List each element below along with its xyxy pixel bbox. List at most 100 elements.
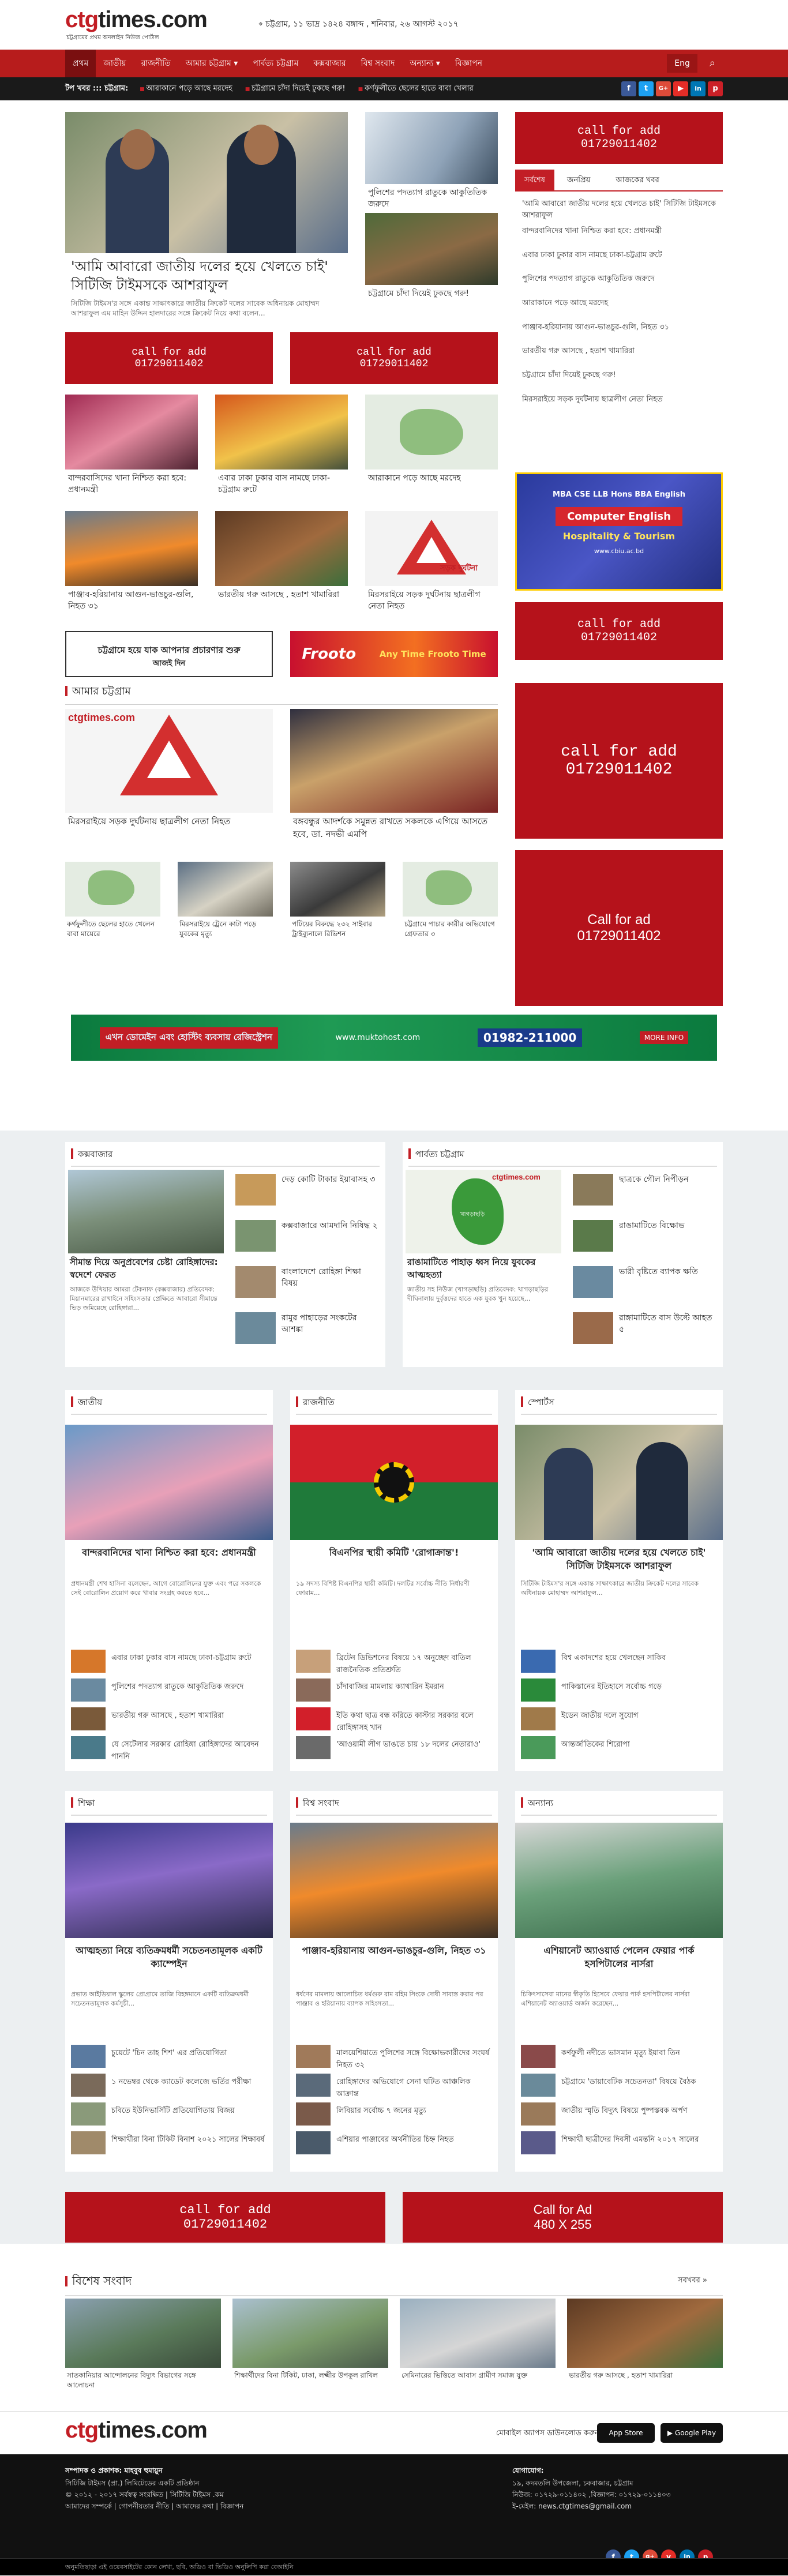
ad-banner[interactable]: call for add 01729011402 (515, 683, 723, 839)
news-image[interactable] (290, 862, 385, 917)
news-image[interactable]: ctgtimes.com খাগড়াছড়ি (406, 1170, 561, 1253)
grid-news-title[interactable]: পাঞ্জাব-হরিয়ানায় আগুন-ভাঙচুর-গুলি, নিহ… (68, 589, 198, 613)
news-thumb[interactable] (71, 2074, 106, 2097)
nav-item-home[interactable]: প্রথম (65, 50, 96, 77)
news-image[interactable] (65, 2299, 221, 2368)
news-thumb[interactable] (235, 1220, 276, 1252)
list-item[interactable]: ভারতীয় গরু আসছে , হতাশ খামারিরা (111, 1710, 267, 1722)
news-thumb[interactable] (71, 1678, 106, 1702)
news-image[interactable] (290, 1823, 498, 1938)
news-thumb[interactable] (573, 1220, 613, 1252)
list-item[interactable]: পুলিশের পদত্যাগ রাতুকে আকুতিতিক জরুদে (111, 1681, 267, 1693)
list-item[interactable]: রোহিঙ্গাদের অভিযোগে সেনা ঘটিত আঞ্চলিক আক… (336, 2076, 492, 2101)
ctg-news-title[interactable]: কর্ণফুলীতে ছেলের হাতে খেলেন বাবা মায়েরে (67, 919, 159, 940)
news-image[interactable] (215, 511, 348, 586)
language-toggle[interactable]: Eng (667, 54, 697, 73)
nav-item-ads[interactable]: বিজ্ঞাপন (448, 50, 490, 77)
list-item[interactable]: ১ নভেম্বর থেকে ক্যাডেট কলেজে ভর্তির পরীক… (111, 2076, 267, 2089)
news-image[interactable] (68, 1170, 224, 1253)
news-image[interactable] (178, 862, 273, 917)
news-thumb[interactable] (521, 1650, 556, 1673)
ad-banner[interactable]: Call for ad 01729011402 (515, 850, 723, 1006)
news-image[interactable] (567, 2299, 723, 2368)
list-item[interactable]: ব্রিটেন ডিভিশনের বিষয়ে ১৭ অনুচ্ছেদ বাতি… (336, 1653, 492, 1677)
youtube-icon[interactable]: ▶ (673, 81, 688, 96)
list-item[interactable]: 'আওয়ামী লীগ ভাঙতে চায় ১৮ দলের নেতারাও' (336, 1739, 492, 1751)
list-item[interactable]: বিশ্ব একাদশের হয়ে খেলছেন সাকিব (561, 1653, 717, 1665)
footer-email[interactable]: ই-মেইল: news.ctgtimes@gmail.com (512, 2502, 632, 2513)
lead-title[interactable]: 'আমি আবারো জাতীয় দলের হয়ে খেলতে চাই' স… (71, 257, 342, 295)
news-thumb[interactable] (573, 1174, 613, 1206)
news-thumb[interactable] (296, 1678, 331, 1702)
hill-side-title[interactable]: রাঙ্গামাটিতে বাস উল্টে আহত ৫ (619, 1312, 717, 1336)
ad-banner[interactable]: call for add 01729011402 (515, 602, 723, 660)
nav-item-world[interactable]: বিশ্ব সংবাদ (354, 50, 403, 77)
all-news-link[interactable]: সবখবর » (678, 2275, 707, 2287)
list-item[interactable]: বান্দরবানিদের খানা নিশ্চিত করা হবে: প্রধ… (522, 226, 718, 238)
ctg-news-title[interactable]: বঙ্গবন্ধুর আদর্শকে সমুন্নত রাখতে সকলকে এ… (293, 816, 495, 841)
news-thumb[interactable] (71, 1650, 106, 1673)
cox-lead-title[interactable]: সীমান্ত দিয়ে অনুপ্রবেশের চেষ্টা রোহিঙ্গ… (70, 1256, 223, 1282)
twitter-icon[interactable]: t (639, 81, 654, 96)
list-item[interactable]: ভারতীয় গরু আসছে , হতাশ খামারিরা (522, 346, 718, 358)
ticker-item[interactable]: আরাকানে পড়ে আছে মরদেহ (140, 83, 232, 95)
list-item[interactable]: আরাকানে পড়ে আছে মরদেহ (522, 298, 718, 310)
news-image[interactable] (290, 1425, 498, 1540)
world-lead-title[interactable]: পাঞ্জাব-হরিয়ানায় আগুন-ভাঙচুর-গুলি, নিহ… (296, 1944, 492, 1957)
list-item[interactable]: মালয়েশিয়াতে পুলিশের সঙ্গে বিক্ষোভকারীদ… (336, 2048, 492, 2072)
tab-latest[interactable]: সর্বশেষ (515, 170, 554, 190)
list-item[interactable]: শিক্ষার্থী ছাত্রীদের দিবসী এমন্তনি ২০১৭ … (561, 2134, 717, 2146)
ad-banner[interactable]: call for add 01729011402 (515, 112, 723, 164)
ad-banner[interactable]: call for add 01729011402 (290, 332, 498, 384)
pinterest-icon[interactable]: p (708, 81, 723, 96)
hill-side-title[interactable]: রাঙামাটিতে বিক্ষোভ (619, 1220, 717, 1231)
ad-banner[interactable]: call for add 01729011402 (65, 332, 273, 384)
footer-logo[interactable]: ctgtimes.com (65, 2417, 208, 2443)
google-plus-icon[interactable]: G+ (656, 81, 671, 96)
nav-item-my-ctg[interactable]: আমার চট্টগ্রাম ▾ (178, 50, 246, 77)
news-thumb[interactable] (573, 1312, 613, 1344)
university-ad[interactable]: MBA CSE LLB Hons BBA English Computer En… (515, 472, 723, 591)
news-image[interactable] (365, 213, 498, 285)
grid-news-title[interactable]: মিরসরাইয়ে সড়ক দুর্ঘটনায় ছাত্রলীগ নেতা… (368, 589, 498, 613)
news-thumb[interactable] (235, 1312, 276, 1344)
news-image[interactable] (515, 1425, 723, 1540)
list-item[interactable]: ইডেন জাতীয় দলে সুযোগ (561, 1710, 717, 1722)
list-item[interactable]: 'আমি আবারো জাতীয় দলের হয়ে খেলতে চাই' স… (522, 198, 718, 221)
news-thumb[interactable] (521, 1678, 556, 1702)
news-image[interactable] (290, 709, 498, 813)
news-thumb[interactable] (521, 2131, 556, 2154)
list-item[interactable]: পুলিশের পদত্যাগ রাতুকে আকুতিতিক জরুদে (522, 273, 718, 286)
national-lead-title[interactable]: বান্দরবানিদের খানা নিশ্চিত করা হবে: প্রধ… (71, 1546, 267, 1559)
list-item[interactable]: চাঁদাবাজির মামলায় ক্যাথারিন ইমরান (336, 1681, 492, 1693)
ad-banner[interactable]: call for add 01729011402 (65, 2192, 385, 2243)
cox-side-title[interactable]: কক্সবাজারে আমদানি নিষিদ্ধ ২ (282, 1220, 380, 1231)
list-item[interactable]: শিক্ষার্থীরা বিনা টিকিট বিনাশ ২০২১ সালের… (111, 2134, 267, 2146)
hosting-ad[interactable]: এখন ডোমেইন এবং হোস্টিং ব্যবসায় রেজিস্ট্… (71, 1015, 717, 1061)
news-thumb[interactable] (71, 2131, 106, 2154)
ctg-news-title[interactable]: মিরসরাইয়ে ট্রেনে কাটা পড়ে যুবকের মৃত্য… (179, 919, 272, 940)
news-thumb[interactable] (235, 1266, 276, 1298)
news-thumb[interactable] (296, 1650, 331, 1673)
news-image[interactable] (65, 862, 160, 917)
news-thumb[interactable] (71, 1736, 106, 1759)
grid-news-title[interactable]: আরাকানে পড়ে আছে মরদেহ (368, 472, 498, 484)
list-item[interactable]: এবার ঢাকা ঢুকার বাস নামছে ঢাকা-চট্টগ্রাম… (111, 1653, 267, 1665)
appstore-button[interactable]: App Store (597, 2423, 655, 2443)
lead-image[interactable] (65, 112, 348, 253)
ad-banner[interactable]: Call for Ad 480 X 255 (403, 2192, 723, 2243)
search-icon[interactable]: ⌕ (702, 50, 723, 77)
news-image[interactable] (215, 395, 348, 470)
news-thumb[interactable] (296, 2074, 331, 2097)
ticker-item[interactable]: চট্টগ্রামে চাঁদা দিয়েই ঢুকছে গরু! (245, 83, 346, 95)
list-item[interactable]: চট্টগ্রামে চাঁদা দিয়েই ঢুকছে গরু! (522, 370, 718, 382)
politics-lead-title[interactable]: বিএনপির স্থায়ী কমিটি 'রোগাক্রান্ত'! (296, 1546, 492, 1559)
news-thumb[interactable] (296, 2045, 331, 2068)
news-thumb[interactable] (296, 1736, 331, 1759)
news-thumb[interactable] (521, 1736, 556, 1759)
tab-today[interactable]: আজকের খবর (603, 170, 671, 190)
ticker-item[interactable]: কর্ণফুলীতে ছেলের হাতে বাবা খেলার (358, 83, 474, 95)
nav-item-cox[interactable]: কক্সবাজার (306, 50, 353, 77)
news-image[interactable]: ctgtimes.com (65, 709, 273, 813)
list-item[interactable]: ইতি কথা ছাত্র বন্ধ করিতে কাস্টার সরকার ব… (336, 1710, 492, 1734)
